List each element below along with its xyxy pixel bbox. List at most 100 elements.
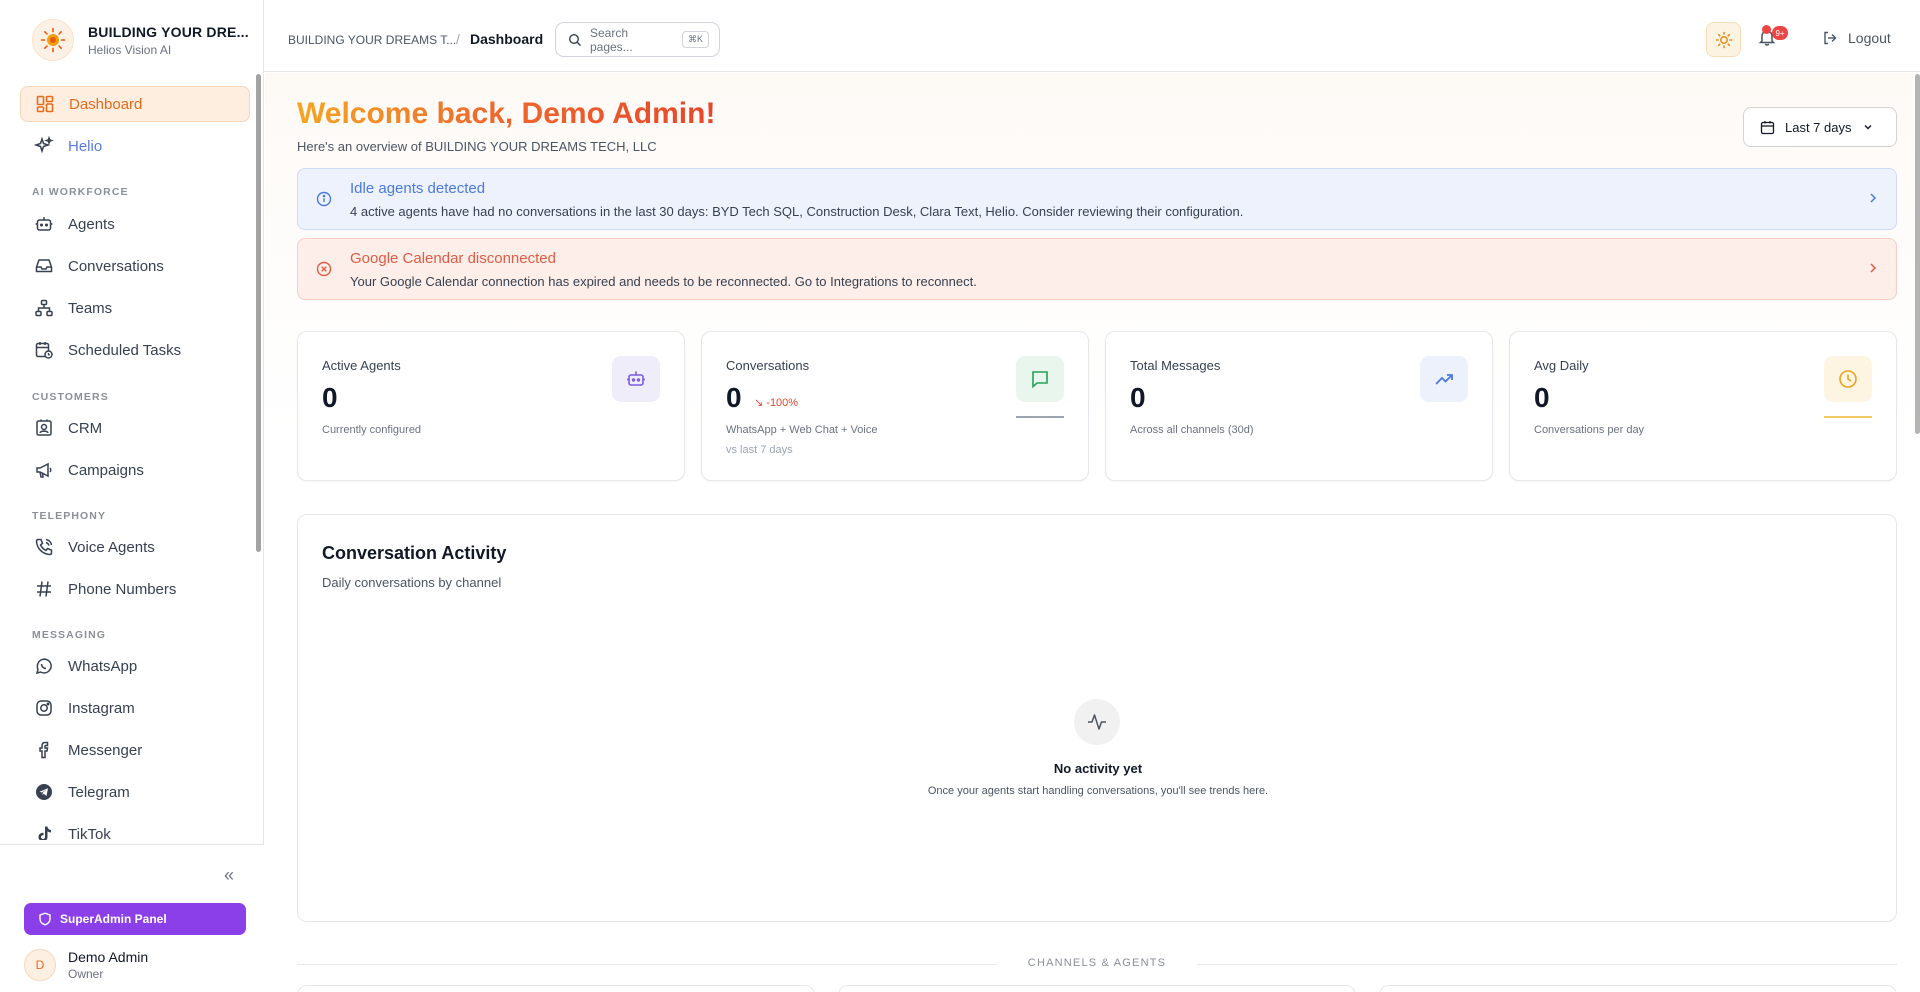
user-role: Owner [68,967,104,981]
sidebar-item-agents[interactable]: Agents [20,206,250,242]
logout-label: Logout [1848,30,1891,46]
bot-icon [612,356,660,402]
stat-change: ↘ -100% [754,396,798,409]
alert-description: 4 active agents have had no conversation… [350,204,1244,219]
stat-value: 0 [322,382,338,413]
sidebar-item-label: Phone Numbers [68,580,177,598]
sidebar-item-label: Scheduled Tasks [68,341,182,359]
logout-icon [1824,31,1837,45]
sidebar-item-voice-agents[interactable]: Voice Agents [20,529,250,565]
sidebar-item-phone-numbers[interactable]: Phone Numbers [20,571,250,607]
instagram-icon [36,700,52,716]
trending-up-icon [1420,356,1468,402]
sidebar-item-conversations[interactable]: Conversations [20,248,250,284]
sidebar-item-dashboard[interactable]: Dashboard [20,86,250,122]
date-range-select[interactable]: Last 7 days [1743,107,1897,147]
superadmin-panel-button[interactable]: SuperAdmin Panel [24,903,246,935]
top-header: BUILDING YOUR DREAMS T... / Dashboard Se… [264,0,1920,72]
sidebar-item-telegram[interactable]: Telegram [20,774,250,810]
stat-subtext: Conversations per day [1534,424,1645,436]
stat-label: Total Messages [1130,358,1221,373]
sidebar-item-label: Dashboard [69,95,143,113]
megaphone-icon [36,462,52,478]
search-icon [568,33,581,46]
trending-down-icon: ↘ [754,397,764,409]
stat-card-active-agents[interactable]: Active Agents 0 Currently configured [297,331,685,481]
collapse-sidebar-icon[interactable]: « [224,865,234,886]
stat-subtext: Currently configured [322,424,422,436]
stat-value: 0 [726,382,742,413]
sidebar-item-label: Helio [68,137,103,155]
conversation-activity-card: Conversation Activity Daily conversation… [297,514,1897,922]
alert-title: Google Calendar disconnected [350,250,556,267]
sidebar-nav: Dashboard Helio AI WORKFORCE Agents Conv… [0,86,254,840]
stat-label: Avg Daily [1534,358,1589,373]
sidebar-scrollbar[interactable] [256,74,261,552]
channel-card [1379,985,1897,992]
user-profile[interactable]: D Demo Admin Owner [24,949,148,981]
sidebar-item-scheduled-tasks[interactable]: Scheduled Tasks [20,332,250,368]
error-circle-icon [316,261,332,277]
calendar-disconnected-alert[interactable]: Google Calendar disconnected Your Google… [297,238,1897,300]
inbox-icon [35,259,53,273]
sidebar-item-tiktok[interactable]: TikTok [20,816,250,840]
empty-state-description: Once your agents start handling conversa… [927,785,1269,797]
search-placeholder: Search pages... [589,25,633,54]
sidebar-item-messenger[interactable]: Messenger [20,732,250,768]
search-input[interactable]: Search pages... ⌘K [555,22,720,57]
stat-card-total-messages[interactable]: Total Messages 0 Across all channels (30… [1105,331,1493,481]
section-label-messaging: MESSAGING [32,629,107,641]
date-range-value: Last 7 days [1785,119,1852,135]
empty-state-title: No activity yet [1053,761,1143,776]
sidebar-item-campaigns[interactable]: Campaigns [20,452,250,488]
stat-card-conversations[interactable]: Conversations 0 ↘ -100% WhatsApp + Web C… [701,331,1089,481]
shield-icon [39,912,51,926]
sidebar-item-crm[interactable]: CRM [20,410,250,446]
theme-toggle-button[interactable] [1706,22,1741,57]
alert-description: Your Google Calendar connection has expi… [350,274,977,289]
sidebar-item-label: Agents [68,215,115,233]
sidebar-item-helio[interactable]: Helio [20,128,250,164]
sidebar: BUILDING YOUR DRE... Helios Vision AI Da… [0,0,264,992]
stat-card-avg-daily[interactable]: Avg Daily 0 Conversations per day [1509,331,1897,481]
sidebar-item-label: Campaigns [68,461,144,479]
sidebar-item-label: CRM [68,419,103,437]
search-shortcut: ⌘K [681,31,709,48]
section-label-ai-workforce: AI WORKFORCE [32,186,129,198]
sidebar-item-label: TikTok [68,825,111,841]
stat-subtext: Across all channels (30d) [1130,424,1254,436]
channel-card [297,985,815,992]
chevron-down-icon [1864,125,1871,130]
stat-label: Conversations [726,358,810,373]
sidebar-item-label: Voice Agents [68,538,155,556]
sidebar-item-label: Teams [68,299,113,317]
whatsapp-icon [35,658,52,675]
brand[interactable]: BUILDING YOUR DRE... Helios Vision AI [0,0,263,80]
sidebar-item-teams[interactable]: Teams [20,290,250,326]
sparkles-icon [34,136,54,154]
message-square-icon [1016,356,1064,402]
chevron-right-icon [1870,193,1877,203]
breadcrumb-parent[interactable]: BUILDING YOUR DREAMS T... [288,33,456,47]
calendar-clock-icon [35,342,53,359]
sparkline [1824,416,1872,418]
hash-icon [37,581,51,597]
breadcrumb-separator: / [456,31,460,47]
activity-pulse-icon [1074,699,1120,745]
sidebar-item-instagram[interactable]: Instagram [20,690,250,726]
sidebar-item-label: Telegram [68,783,130,801]
contact-card-icon [36,419,52,436]
logout-button[interactable]: Logout [1822,30,1891,46]
sidebar-item-whatsapp[interactable]: WhatsApp [20,648,250,684]
idle-agents-alert[interactable]: Idle agents detected 4 active agents hav… [297,168,1897,230]
channels-divider: CHANNELS & AGENTS [297,955,1897,975]
telegram-icon [36,784,52,800]
alert-title: Idle agents detected [350,180,486,197]
section-label-channels: CHANNELS & AGENTS [1027,957,1167,969]
stat-subtext: WhatsApp + Web Chat + Voice [726,424,878,436]
main-scrollbar[interactable] [1915,74,1920,434]
phone-call-icon [35,538,53,556]
brand-subtitle: Helios Vision AI [88,42,172,57]
user-name: Demo Admin [68,949,149,965]
channel-card [838,985,1356,992]
